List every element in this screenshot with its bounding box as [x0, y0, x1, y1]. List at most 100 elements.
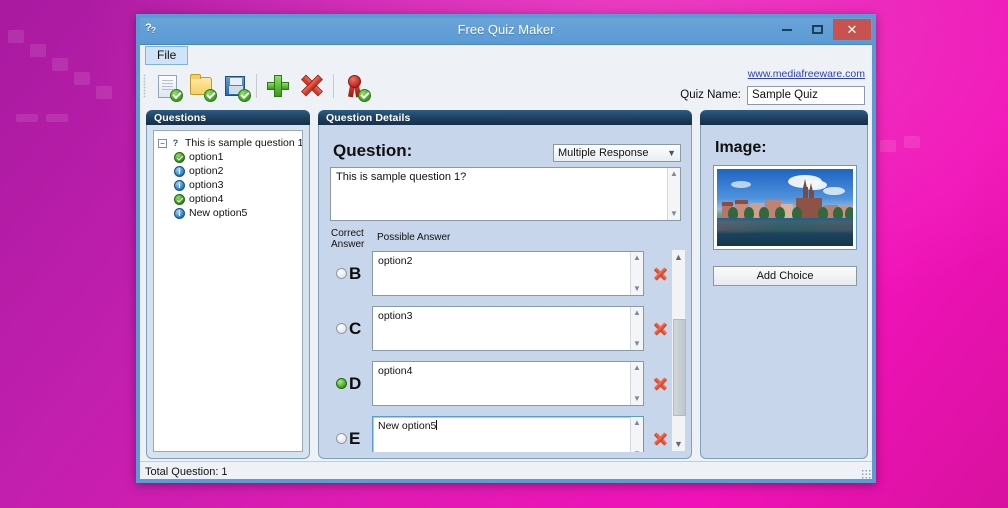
publish-quiz-icon[interactable] — [338, 69, 372, 103]
question-label: Question: — [333, 141, 413, 160]
answer-text-value: option3 — [378, 310, 413, 322]
correct-check-icon — [174, 193, 185, 205]
toolbar-separator-2 — [333, 74, 334, 98]
possible-answer-header: Possible Answer — [377, 232, 451, 243]
answer-text-input[interactable]: option3 ▲ ▼ — [372, 306, 644, 351]
menu-bar: File — [137, 45, 875, 66]
total-questions-label: Total Question: 1 — [145, 466, 228, 478]
question-text-value: This is sample question 1? — [336, 171, 467, 183]
correct-answer-radio[interactable] — [336, 268, 347, 279]
questions-tree[interactable]: − ? This is sample question 1? option1 i… — [153, 130, 303, 452]
delete-answer-icon[interactable] — [651, 376, 669, 392]
scrollbar-track[interactable] — [672, 264, 686, 437]
quiz-name-input[interactable] — [747, 85, 865, 105]
scroll-up-icon[interactable]: ▲ — [670, 170, 678, 178]
toolbar-right: www.mediafreeware.com Quiz Name: — [680, 68, 875, 105]
image-thumbnail-photo — [717, 169, 853, 246]
answer-scrollbar[interactable]: ▲ ▼ — [630, 307, 643, 350]
questions-panel-header: Questions — [146, 110, 310, 125]
info-icon: i — [174, 165, 185, 177]
title-bar[interactable]: ?? Free Quiz Maker ✕ — [137, 15, 875, 45]
answer-text-value: New option5 — [378, 420, 437, 432]
website-link[interactable]: www.mediafreeware.com — [680, 68, 865, 80]
scroll-up-icon[interactable]: ▲ — [633, 419, 641, 427]
image-label: Image: — [715, 139, 767, 156]
answers-scrollbar[interactable]: ▲ ▼ — [671, 249, 686, 452]
scroll-down-icon[interactable]: ▼ — [633, 285, 641, 293]
water-reflection — [717, 218, 853, 246]
chevron-down-icon: ▼ — [667, 148, 676, 158]
image-panel: Image: Add Choice — [700, 110, 868, 459]
delete-answer-icon[interactable] — [651, 266, 669, 282]
correct-answer-radio[interactable] — [336, 433, 347, 444]
scroll-down-icon[interactable]: ▼ — [633, 395, 641, 403]
window-title: Free Quiz Maker — [457, 22, 555, 37]
image-panel-title — [708, 112, 711, 124]
tree-item-option[interactable]: i option3 — [158, 178, 298, 192]
answer-scrollbar[interactable]: ▲ ▼ — [630, 417, 643, 452]
question-node-icon: ? — [172, 137, 179, 148]
app-window: ?? Free Quiz Maker ✕ File www.mediafreew… — [136, 14, 876, 483]
tree-item-label: This is sample question 1? — [185, 137, 303, 149]
tree-item-label: option2 — [189, 165, 224, 177]
answer-scrollbar[interactable]: ▲ ▼ — [630, 362, 643, 405]
scroll-down-icon[interactable]: ▼ — [633, 340, 641, 348]
wallpaper-decoration — [0, 18, 130, 198]
delete-question-icon[interactable] — [295, 69, 329, 103]
tree-item-label: option4 — [189, 193, 224, 205]
tree-item-question[interactable]: − ? This is sample question 1? — [158, 136, 302, 150]
toolbar: www.mediafreeware.com Quiz Name: — [137, 66, 875, 106]
correct-answer-header-line1: Correct — [331, 228, 364, 239]
answer-letter: D — [349, 373, 362, 393]
wallpaper-decoration-right — [880, 120, 1000, 240]
answer-row: D option4 ▲ ▼ — [327, 359, 669, 408]
toolbar-grip[interactable] — [143, 74, 146, 98]
correct-check-icon — [174, 151, 185, 163]
resize-grip[interactable] — [861, 469, 871, 479]
answer-text-input[interactable]: option4 ▲ ▼ — [372, 361, 644, 406]
main-content: Questions − ? This is sample question 1?… — [137, 106, 875, 461]
correct-answer-radio[interactable] — [336, 323, 347, 334]
answer-text-input-focused[interactable]: New option5 ▲ ▼ — [372, 416, 644, 452]
scroll-up-icon[interactable]: ▲ — [633, 309, 641, 317]
correct-answer-radio-selected[interactable] — [336, 378, 347, 389]
details-panel-title: Question Details — [326, 111, 411, 124]
save-quiz-icon[interactable] — [218, 69, 252, 103]
new-quiz-icon[interactable] — [150, 69, 184, 103]
add-choice-button[interactable]: Add Choice — [713, 266, 857, 286]
answer-scrollbar[interactable]: ▲ ▼ — [630, 252, 643, 295]
toolbar-separator — [256, 74, 257, 98]
questions-panel: Questions − ? This is sample question 1?… — [146, 110, 310, 459]
correct-answer-header: Correct Answer — [331, 228, 371, 250]
answer-row: B option2 ▲ ▼ — [327, 249, 669, 298]
answer-text-input[interactable]: option2 ▲ ▼ — [372, 251, 644, 296]
add-question-icon[interactable] — [261, 69, 295, 103]
delete-answer-icon[interactable] — [651, 431, 669, 447]
tree-item-option[interactable]: option4 — [158, 192, 298, 206]
open-quiz-icon[interactable] — [184, 69, 218, 103]
scroll-down-icon[interactable]: ▼ — [670, 210, 678, 218]
image-thumbnail[interactable] — [713, 165, 857, 250]
scrollbar-thumb[interactable] — [673, 319, 686, 417]
question-type-value: Multiple Response — [558, 147, 649, 159]
scroll-up-icon[interactable]: ▲ — [633, 364, 641, 372]
scroll-down-icon[interactable]: ▼ — [633, 450, 641, 453]
tree-item-option[interactable]: i New option5 — [158, 206, 298, 220]
questions-panel-title: Questions — [154, 111, 207, 124]
menu-file[interactable]: File — [145, 45, 189, 66]
scroll-up-icon[interactable]: ▲ — [674, 250, 683, 264]
question-type-dropdown[interactable]: Multiple Response ▼ — [553, 144, 681, 162]
tree-expander[interactable]: − — [158, 138, 167, 148]
question-text-scrollbar[interactable]: ▲ ▼ — [667, 168, 680, 220]
text-cursor — [436, 420, 438, 430]
tree-item-option[interactable]: i option2 — [158, 164, 298, 178]
tree-item-option[interactable]: option1 — [158, 150, 298, 164]
scroll-up-icon[interactable]: ▲ — [633, 254, 641, 262]
question-text-input[interactable]: This is sample question 1? ▲ ▼ — [330, 167, 681, 221]
info-icon: i — [174, 207, 185, 219]
info-icon: i — [174, 179, 185, 191]
delete-answer-icon[interactable] — [651, 321, 669, 337]
answers-list: B option2 ▲ ▼ C option3 ▲ ▼ D option4 ▲ … — [327, 249, 669, 452]
scroll-down-icon[interactable]: ▼ — [674, 437, 683, 451]
answer-letter: E — [349, 428, 361, 448]
